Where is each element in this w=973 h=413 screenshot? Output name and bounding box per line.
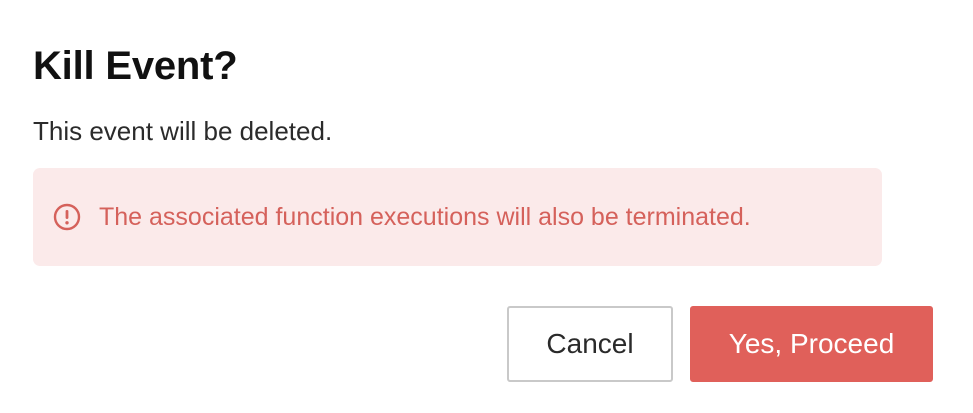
dialog-title: Kill Event?: [33, 44, 238, 88]
kill-event-dialog: Kill Event? This event will be deleted. …: [0, 0, 973, 413]
yes-proceed-button[interactable]: Yes, Proceed: [690, 306, 933, 382]
warning-alert-text: The associated function executions will …: [99, 203, 751, 231]
cancel-button[interactable]: Cancel: [507, 306, 673, 382]
exclamation-circle-icon: [53, 203, 81, 231]
warning-alert: The associated function executions will …: [33, 168, 882, 266]
dialog-message: This event will be deleted.: [33, 116, 333, 146]
